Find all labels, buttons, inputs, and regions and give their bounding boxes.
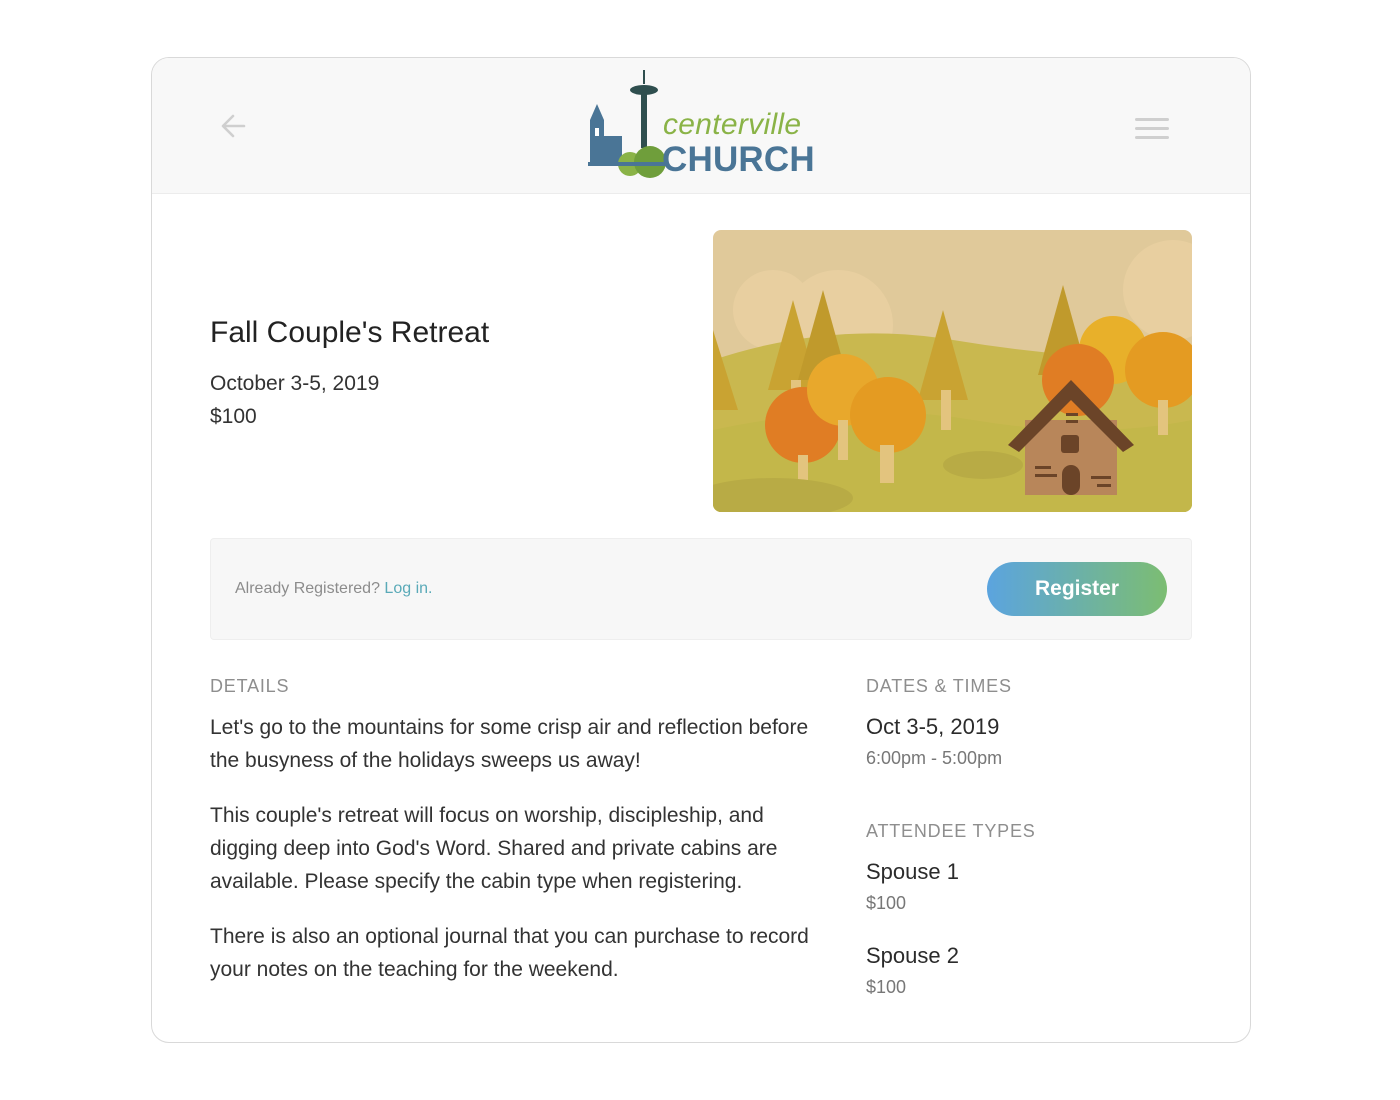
login-link[interactable]: Log in.: [384, 580, 432, 597]
church-logo-mark: [588, 70, 668, 178]
event-title: Fall Couple's Retreat: [210, 316, 490, 349]
hamburger-menu-icon: [1135, 118, 1169, 139]
back-button[interactable]: [214, 106, 254, 146]
register-button[interactable]: Register: [987, 562, 1167, 616]
registration-bar: Already Registered? Log in. Register: [210, 538, 1192, 640]
attendee-types-heading: ATTENDEE TYPES: [866, 821, 1036, 841]
attendee-type-price: $100: [866, 977, 907, 997]
event-dates: Oct 3-5, 2019: [866, 714, 1000, 739]
attendee-type-price: $100: [866, 893, 907, 913]
attendee-type-name: Spouse 1: [866, 859, 959, 884]
app-window: centerville CHURCH Fall Couple's Retreat…: [151, 57, 1251, 1043]
event-times: 6:00pm - 5:00pm: [866, 748, 1003, 768]
already-registered-text: Already Registered? Log in.: [235, 580, 432, 598]
autumn-cabin-illustration: [713, 230, 1192, 512]
details-paragraph-3: There is also an optional journal that y…: [210, 925, 809, 981]
attendee-type-name: Spouse 2: [866, 943, 959, 968]
church-logo[interactable]: centerville CHURCH: [588, 70, 818, 182]
dates-times-heading: DATES & TIMES: [866, 676, 1012, 696]
logo-word-centerville: centerville: [663, 108, 802, 141]
top-bar: centerville CHURCH: [152, 58, 1250, 194]
details-paragraph-2: This couple's retreat will focus on wors…: [210, 804, 778, 893]
arrow-left-icon: [221, 114, 246, 138]
menu-button[interactable]: [1132, 114, 1172, 144]
details-heading: DETAILS: [210, 676, 290, 696]
event-price: $100: [210, 405, 257, 428]
already-registered-prompt: Already Registered?: [235, 580, 380, 597]
event-illustration: [713, 230, 1192, 512]
logo-word-church: CHURCH: [662, 140, 815, 179]
details-paragraph-1: Let's go to the mountains for some crisp…: [210, 716, 809, 772]
event-date: October 3-5, 2019: [210, 372, 380, 395]
